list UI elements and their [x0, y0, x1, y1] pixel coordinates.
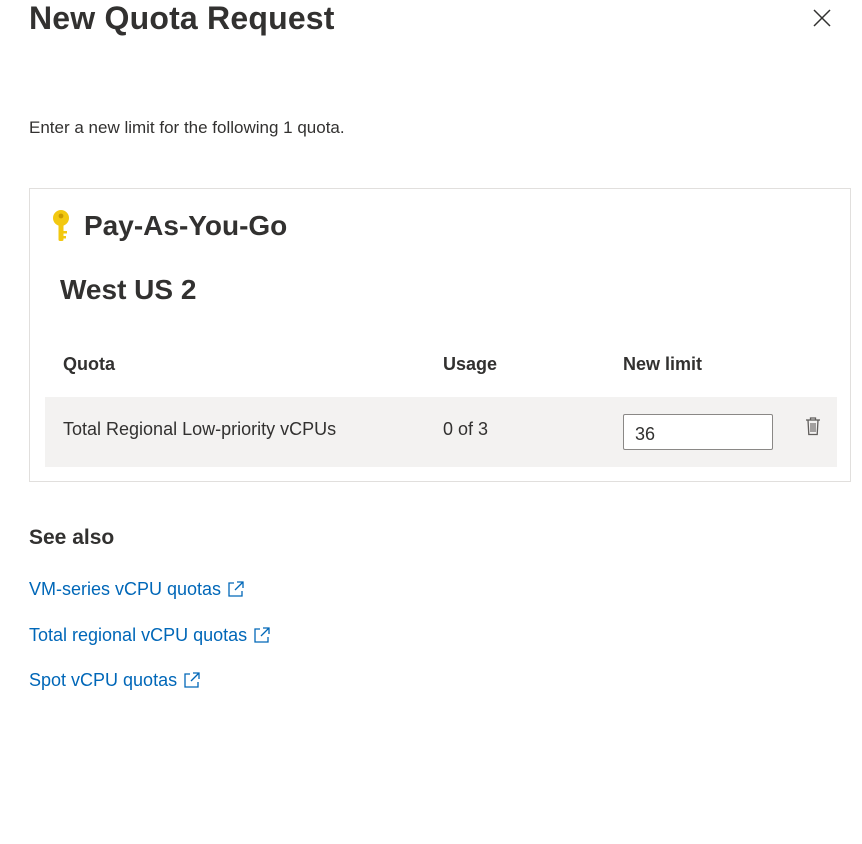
usage-cell: 0 of 3 — [443, 419, 489, 439]
see-also-heading: See also — [29, 526, 115, 549]
external-link-icon — [227, 580, 245, 598]
quota-request-panel: New Quota Request Enter a new limit for … — [0, 0, 862, 844]
link-total-regional-vcpu-quotas[interactable]: Total regional vCPU quotas — [29, 622, 271, 648]
external-link-icon — [183, 671, 201, 689]
table-row: Total Regional Low-priority vCPUs 0 of 3 — [45, 397, 837, 467]
quota-name-cell: Total Regional Low-priority vCPUs — [63, 419, 337, 439]
column-header-quota: Quota — [63, 354, 115, 374]
delete-row-button[interactable] — [803, 414, 823, 438]
subscription-name: Pay-As-You-Go — [84, 210, 288, 241]
link-label: VM-series vCPU quotas — [29, 579, 222, 599]
quota-card: Pay-As-You-Go West US 2 Quota Usage New … — [29, 188, 851, 482]
subscription-header: Pay-As-You-Go — [50, 207, 287, 245]
close-button[interactable] — [806, 2, 838, 34]
external-link-icon — [253, 626, 271, 644]
trash-icon — [806, 417, 820, 436]
link-label: Spot vCPU quotas — [29, 670, 178, 690]
intro-text: Enter a new limit for the following 1 qu… — [29, 118, 345, 137]
page-title: New Quota Request — [29, 0, 335, 36]
new-limit-input[interactable] — [623, 414, 773, 450]
column-header-usage: Usage — [443, 354, 498, 374]
link-label: Total regional vCPU quotas — [29, 625, 248, 645]
region-heading: West US 2 — [60, 274, 197, 305]
close-icon — [813, 9, 831, 27]
link-vm-series-vcpu-quotas[interactable]: VM-series vCPU quotas — [29, 576, 245, 602]
key-icon — [50, 209, 72, 243]
link-spot-vcpu-quotas[interactable]: Spot vCPU quotas — [29, 667, 201, 693]
column-header-new-limit: New limit — [623, 354, 703, 374]
